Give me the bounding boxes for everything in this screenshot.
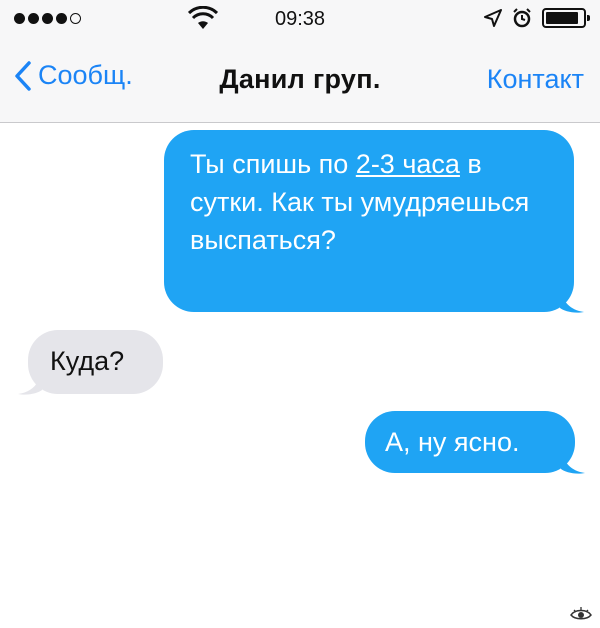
message-bubble-outgoing[interactable]: А, ну ясно. bbox=[365, 411, 575, 473]
message-bubble-outgoing[interactable]: Ты спишь по 2-3 часа в сутки. Как ты уму… bbox=[164, 130, 574, 312]
conversation-title: Данил груп. bbox=[219, 64, 381, 94]
message-link[interactable]: 2-3 часа bbox=[356, 149, 460, 179]
signal-dots-icon bbox=[14, 13, 81, 24]
message-text: Ты спишь по bbox=[190, 149, 356, 179]
message-bubble-incoming[interactable]: Куда? bbox=[28, 330, 163, 394]
battery-icon bbox=[542, 8, 590, 28]
bubble-tail bbox=[560, 286, 584, 313]
eye-watermark-icon bbox=[570, 607, 592, 620]
bubble-tail bbox=[561, 447, 585, 474]
back-label: Сообщ. bbox=[38, 60, 133, 90]
status-right bbox=[484, 8, 590, 28]
alarm-clock-icon bbox=[513, 8, 531, 28]
status-bar: 09:38 bbox=[0, 0, 600, 40]
chevron-left-icon bbox=[15, 60, 31, 91]
nav-bar: Сообщ. Данил груп. Контакт bbox=[0, 48, 600, 112]
top-bar: 09:38 Сообщ. Данил груп. Контакт bbox=[0, 0, 600, 123]
wifi-icon bbox=[188, 6, 218, 29]
back-button[interactable]: Сообщ. bbox=[14, 60, 133, 91]
status-time: 09:38 bbox=[274, 8, 326, 30]
bubble-tail bbox=[18, 368, 42, 395]
location-arrow-icon bbox=[484, 9, 502, 27]
contact-button[interactable]: Контакт bbox=[487, 64, 584, 95]
